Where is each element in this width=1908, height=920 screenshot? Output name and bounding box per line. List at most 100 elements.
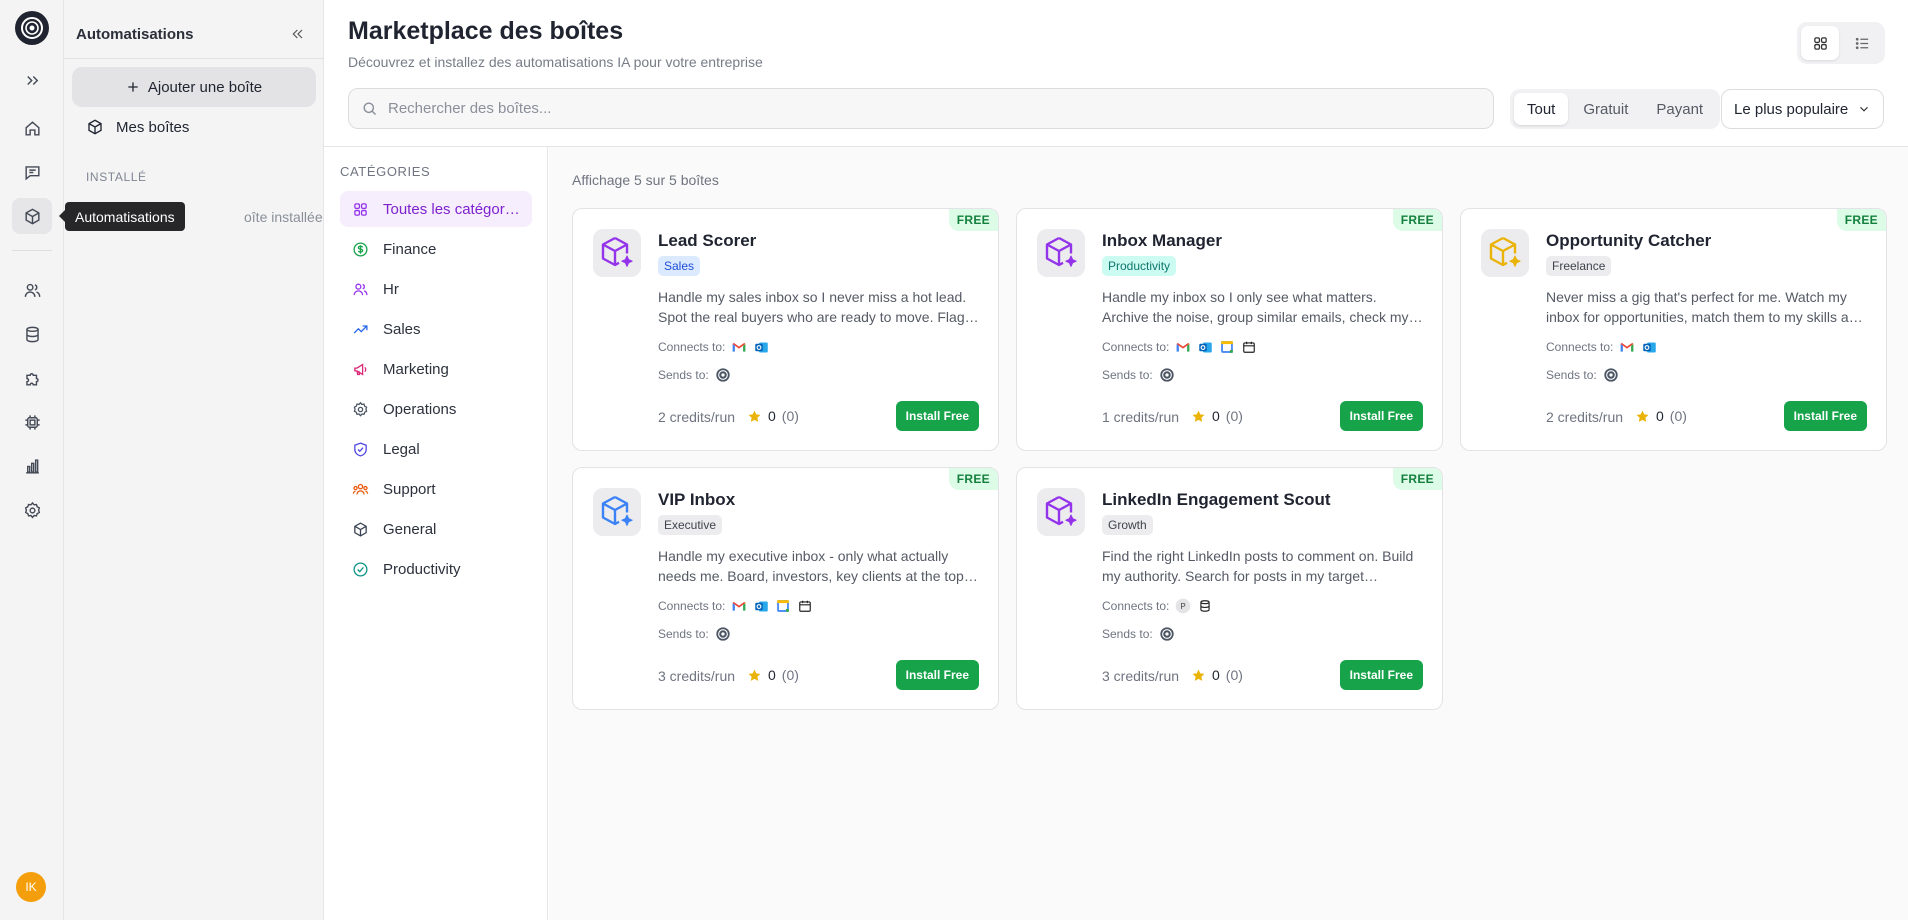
add-box-button[interactable]: Ajouter une boîte [72,67,316,107]
outlook-icon [753,598,769,614]
filter-free[interactable]: Gratuit [1570,93,1641,125]
price-filter: Tout Gratuit Payant [1510,89,1721,129]
credits-per-run: 2 credits/run [658,409,736,425]
puzzle-icon[interactable] [12,360,52,396]
box-card[interactable]: FREE Inbox Manager Productivity Handle my i… [1016,208,1443,451]
category-general[interactable]: General [340,511,532,547]
automations-panel: Automatisations Ajouter une boîte Mes bo… [64,0,324,920]
box-description: Never miss a gig that's perfect for me. … [1546,289,1865,325]
box-card[interactable]: FREE VIP Inbox Executive Handle my executiv… [572,467,999,710]
category-badge: Executive [658,515,723,535]
category-hr[interactable]: Hr [340,271,532,307]
chip-icon[interactable] [12,404,52,440]
star-icon [1192,410,1205,422]
box-description: Handle my executive inbox - only what ac… [658,548,980,584]
gmail-icon [731,598,747,614]
sends-row: Sends to: [1102,626,1175,642]
avatar-initials: IK [25,880,37,894]
install-free-button[interactable]: Install Free [1339,660,1423,690]
panel-divider [64,58,324,59]
star-icon [1192,669,1205,681]
outlook-icon [1641,339,1657,355]
install-free-button[interactable]: Install Free [895,660,979,690]
gmail-icon [1619,339,1635,355]
search-input[interactable] [388,100,1468,117]
category-finance[interactable]: Finance [340,231,532,267]
category-badge: Sales [658,256,701,276]
box-card[interactable]: FREE LinkedIn Engagement Scout Growth Find … [1016,467,1443,710]
category-legal[interactable]: Legal [340,431,532,467]
page-subtitle: Découvrez et installez des automatisatio… [348,54,763,70]
category-support[interactable]: Support [340,471,532,507]
box-name: VIP Inbox [658,490,736,509]
plus-icon [128,82,138,92]
chat-icon[interactable] [12,154,52,190]
app-logo-icon[interactable] [15,11,49,45]
home-icon[interactable] [12,110,52,146]
connects-row: Connects to: [658,339,769,355]
view-toggle [1797,22,1885,64]
shield-check-icon [354,441,367,457]
chevron-down-icon [1860,106,1868,112]
collapse-panel-icon[interactable] [286,22,310,46]
expand-icon[interactable] [12,62,52,98]
category-sales[interactable]: Sales [340,311,532,347]
credits-per-run: 1 credits/run [1102,409,1180,425]
category-all[interactable]: Toutes les catégories [340,191,532,227]
icon-rail: IK [0,0,64,920]
box-name: Opportunity Catcher [1546,231,1712,250]
sort-select[interactable]: Le plus populaire [1721,89,1884,129]
install-free-button[interactable]: Install Free [895,401,979,431]
filter-paid[interactable]: Payant [1643,93,1716,125]
gmail-icon [731,339,747,355]
users-icon[interactable] [12,272,52,308]
people-icon [353,283,368,295]
free-badge: FREE [948,468,998,490]
filter-all[interactable]: Tout [1514,93,1569,125]
box-description: Find the right LinkedIn posts to comment… [1102,548,1414,584]
gmail-icon [1175,339,1191,355]
rating: 0 (0) [1635,408,1687,424]
analytics-icon[interactable] [12,448,52,484]
svg-text:P: P [1181,602,1186,611]
free-badge: FREE [1392,468,1442,490]
sends-label: Sends to: [1102,368,1153,382]
free-badge: FREE [1392,209,1442,231]
page-title: Marketplace des boîtes [348,17,624,45]
box-icon [88,119,102,135]
box-sparkle-icon [1481,229,1529,277]
cube-icon [354,521,367,537]
avatar[interactable]: IK [16,872,46,902]
box-description: Handle my inbox so I only see what matte… [1102,289,1409,325]
my-boxes-link[interactable]: Mes boîtes [86,118,189,136]
list-view-icon[interactable] [1843,26,1881,60]
gear-icon [353,401,368,417]
trending-up-icon [353,324,368,333]
category-marketing[interactable]: Marketing [340,351,532,387]
sends-row: Sends to: [1102,367,1175,383]
category-label: Marketing [383,360,449,378]
connects-label: Connects to: [1546,340,1614,354]
box-card[interactable]: FREE Opportunity Catcher Freelance Never mi… [1460,208,1887,451]
grid-view-icon[interactable] [1801,26,1839,60]
rating: 0 (0) [1191,408,1243,424]
app-destination-icon [1159,367,1175,383]
box-card[interactable]: FREE Lead Scorer Sales Handle my sales inbo… [572,208,999,451]
box-name: Lead Scorer [658,231,757,250]
automations-box-icon[interactable] [12,198,52,234]
megaphone-icon [354,362,367,376]
settings-icon[interactable] [12,492,52,528]
search-box [348,88,1494,129]
category-label: Productivity [383,560,461,578]
category-operations[interactable]: Operations [340,391,532,427]
check-circle-icon [353,561,368,577]
category-productivity[interactable]: Productivity [340,551,532,587]
box-description: Handle my sales inbox so I never miss a … [658,289,967,325]
database-icon[interactable] [12,316,52,352]
outlook-icon [1197,339,1213,355]
install-free-button[interactable]: Install Free [1339,401,1423,431]
install-free-button[interactable]: Install Free [1783,401,1867,431]
database-icon [1197,598,1213,614]
rating: 0 (0) [747,667,799,683]
review-count: (0) [1669,408,1687,424]
